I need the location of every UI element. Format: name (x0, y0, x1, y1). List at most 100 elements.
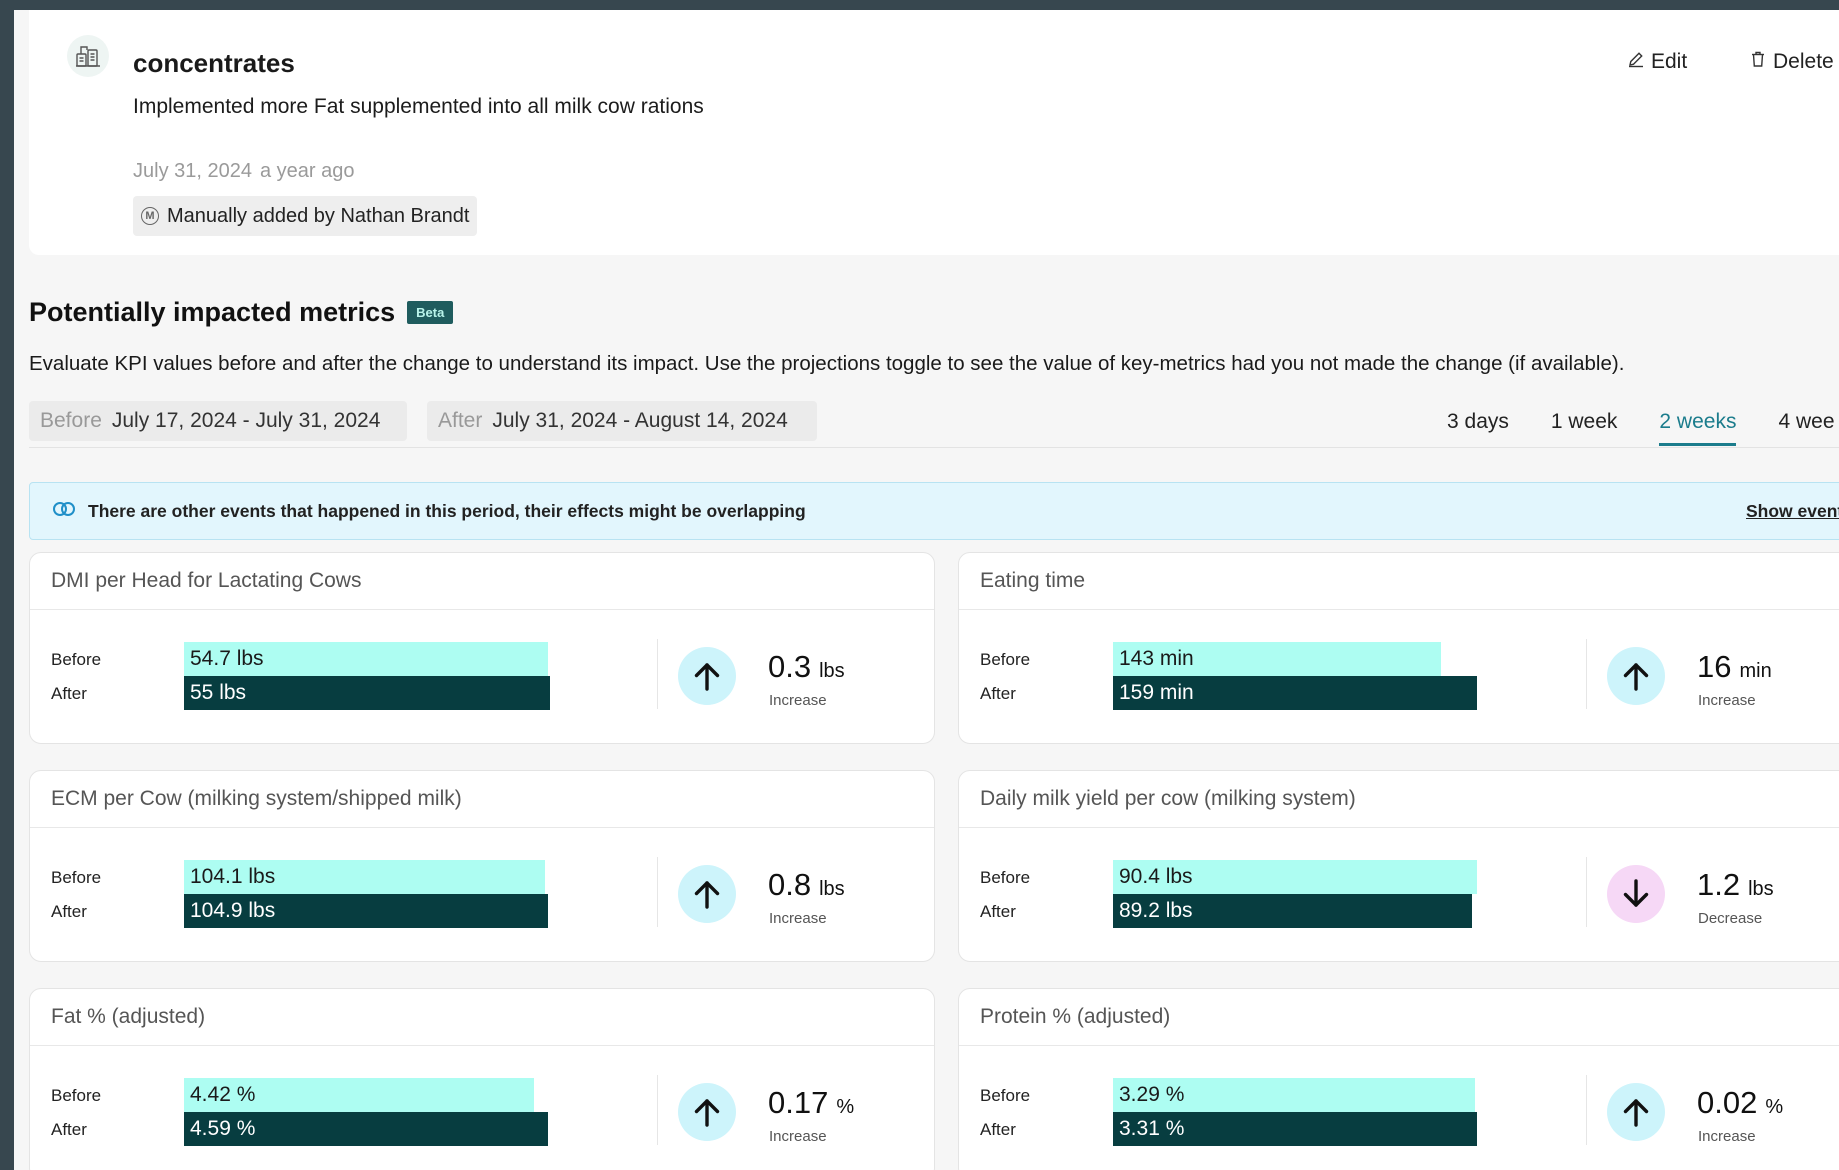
change-number: 0.17 (768, 1085, 829, 1120)
metric-divider (1586, 857, 1587, 927)
event-source-chip: M Manually added by Nathan Brandt (133, 196, 478, 236)
metric-title: ECM per Cow (milking system/shipped milk… (51, 787, 462, 810)
change-number: 1.2 (1697, 867, 1741, 902)
after-bar-track: 104.9 lbs (184, 894, 611, 928)
before-bar-track: 3.29 % (1113, 1078, 1540, 1112)
change-direction: Increase (769, 692, 827, 709)
metric-card: ECM per Cow (milking system/shipped milk… (29, 770, 935, 962)
period-tabs: 3 days 1 week 2 weeks 4 wee (1447, 410, 1835, 446)
after-row-label: After (980, 1120, 1016, 1139)
change-direction: Increase (1698, 1128, 1756, 1145)
after-period-label: After (438, 409, 483, 432)
change-unit: % (1765, 1096, 1784, 1118)
before-bar: 143 min (1113, 642, 1441, 676)
overlap-message: There are other events that happened in … (88, 500, 806, 521)
after-bar-track: 3.31 % (1113, 1112, 1540, 1146)
tab-4-weeks[interactable]: 4 wee (1778, 410, 1834, 446)
metric-title: Eating time (980, 569, 1086, 592)
arrow-up-icon (678, 1083, 736, 1141)
after-bar: 55 lbs (184, 676, 551, 710)
metric-card: Daily milk yield per cow (milking system… (958, 770, 1839, 962)
delete-button[interactable]: Delete (1749, 50, 1834, 74)
metric-title-divider (30, 827, 934, 828)
change-number: 16 (1697, 649, 1732, 684)
before-bar: 4.42 % (184, 1078, 535, 1112)
before-period-label: Before (40, 409, 102, 432)
metric-title-divider (30, 1045, 934, 1046)
change-value: 0.8 lbs (768, 867, 845, 903)
event-date-value: July 31, 2024 (133, 160, 252, 182)
event-source-label: Manually added by Nathan Brandt (167, 204, 470, 227)
tab-2-weeks[interactable]: 2 weeks (1659, 410, 1737, 446)
change-number: 0.02 (1697, 1085, 1758, 1120)
change-direction: Decrease (1698, 910, 1763, 927)
change-unit: lbs (819, 878, 845, 900)
before-bar: 104.1 lbs (184, 860, 545, 894)
metric-title-divider (959, 1045, 1839, 1046)
after-row-label: After (51, 1120, 87, 1139)
event-title: concentrates (133, 48, 295, 78)
arrow-up-icon (1607, 1083, 1665, 1141)
metric-divider (657, 857, 658, 927)
before-bar: 90.4 lbs (1113, 860, 1477, 894)
metric-title-divider (959, 827, 1839, 828)
before-row-label: Before (51, 1086, 102, 1105)
after-bar-track: 55 lbs (184, 676, 611, 710)
after-row-label: After (51, 902, 87, 921)
tabs-divider (29, 447, 1839, 448)
before-bar: 3.29 % (1113, 1078, 1475, 1112)
metric-title: Fat % (adjusted) (51, 1005, 206, 1028)
event-description: Implemented more Fat supplemented into a… (133, 95, 704, 118)
change-number: 0.3 (768, 649, 812, 684)
after-bar: 3.31 % (1113, 1112, 1477, 1146)
after-period-chip: After July 31, 2024 - August 14, 2024 (427, 401, 817, 441)
before-bar-track: 90.4 lbs (1113, 860, 1540, 894)
after-bar-track: 4.59 % (184, 1112, 611, 1146)
show-events-link[interactable]: Show events (1746, 501, 1839, 522)
change-direction: Increase (769, 910, 827, 927)
section-description: Evaluate KPI values before and after the… (29, 352, 1625, 375)
concentrates-icon (67, 35, 109, 77)
metric-title-divider (30, 609, 934, 610)
pencil-icon (1627, 50, 1645, 74)
overlap-circles-icon (52, 501, 76, 522)
event-card: concentrates Implemented more Fat supple… (29, 10, 1839, 255)
event-date: July 31, 2024 a year ago (133, 160, 355, 183)
event-relative-time: a year ago (259, 160, 355, 182)
section-title: Potentially impacted metrics (29, 297, 396, 327)
after-bar: 4.59 % (184, 1112, 548, 1146)
before-row-label: Before (51, 650, 102, 669)
change-direction: Increase (1698, 692, 1756, 709)
before-bar-track: 104.1 lbs (184, 860, 611, 894)
before-period-chip: Before July 17, 2024 - July 31, 2024 (29, 401, 407, 441)
tab-3-days[interactable]: 3 days (1447, 410, 1509, 446)
before-bar-track: 4.42 % (184, 1078, 611, 1112)
metric-divider (1586, 639, 1587, 709)
metric-card: Eating time Before After 143 min 159 min 16 mi… (958, 552, 1839, 744)
delete-label: Delete (1773, 50, 1834, 73)
manual-entry-icon: M (141, 207, 159, 225)
metric-title: Protein % (adjusted) (980, 1005, 1171, 1028)
after-row-label: After (51, 684, 87, 703)
before-row-label: Before (51, 868, 102, 887)
edit-label: Edit (1651, 50, 1688, 73)
after-bar: 104.9 lbs (184, 894, 548, 928)
section-header: Potentially impacted metrics Beta (29, 297, 454, 328)
arrow-up-icon (678, 647, 736, 705)
after-bar-track: 89.2 lbs (1113, 894, 1540, 928)
after-bar: 89.2 lbs (1113, 894, 1472, 928)
after-period-range: July 31, 2024 - August 14, 2024 (492, 409, 788, 432)
change-value: 1.2 lbs (1697, 867, 1774, 903)
overlap-banner: There are other events that happened in … (29, 482, 1839, 540)
metric-divider (1586, 1075, 1587, 1145)
edit-button[interactable]: Edit (1627, 50, 1687, 74)
before-bar: 54.7 lbs (184, 642, 548, 676)
arrow-up-icon (1607, 647, 1665, 705)
after-bar: 159 min (1113, 676, 1478, 710)
change-unit: lbs (819, 660, 845, 682)
change-value: 0.3 lbs (768, 649, 845, 685)
metric-title-divider (959, 609, 1839, 610)
change-value: 0.02% (1697, 1085, 1783, 1121)
tab-1-week[interactable]: 1 week (1551, 410, 1618, 446)
before-row-label: Before (980, 1086, 1031, 1105)
